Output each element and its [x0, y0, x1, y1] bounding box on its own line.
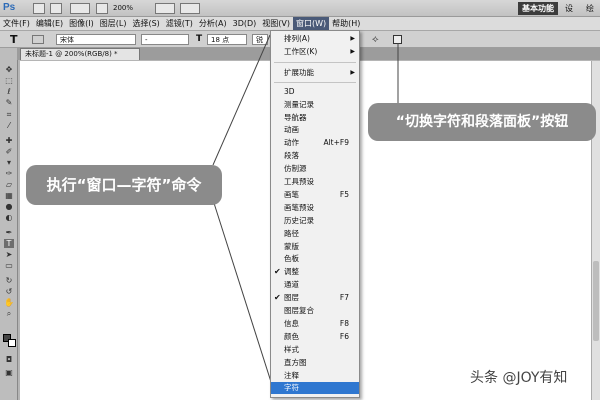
window-menu-item[interactable]: 图层复合	[271, 305, 359, 317]
window-menu-item[interactable]: 工具预设	[271, 176, 359, 188]
window-menu-item-label: 工作区(K)	[284, 46, 318, 56]
window-menu-item-label: 路径	[284, 228, 299, 238]
window-menu-item-shortcut: Alt+F9	[323, 138, 349, 148]
window-menu-item-label: 注释	[284, 370, 299, 380]
window-menu-item[interactable]: 蒙版	[271, 241, 359, 253]
window-menu-item-label: 动作	[284, 138, 299, 148]
window-menu-item-label: 排列(A)	[284, 34, 310, 43]
window-menu-item[interactable]: 导航器	[271, 112, 359, 124]
window-menu-item[interactable]: ✔ 调整	[271, 266, 359, 278]
window-menu-item-label: 调整	[284, 267, 299, 277]
window-menu-item[interactable]: 通道	[271, 279, 359, 291]
window-menu-item-label: 扩展功能	[284, 67, 314, 77]
watermark: 头条 @JOY有知	[470, 370, 568, 386]
window-menu-item-label: 字符	[284, 383, 299, 393]
window-menu-item[interactable]: 信息 F8	[271, 318, 359, 330]
check-icon: ✔	[274, 293, 281, 303]
window-menu-item-label: 3D	[284, 86, 295, 96]
window-menu-item[interactable]: 扩展功能 ▶	[271, 67, 359, 79]
window-menu-item[interactable]: 画笔 F5	[271, 189, 359, 201]
window-menu-item-label: 图层复合	[284, 306, 314, 315]
window-menu-item-label: 色板	[284, 254, 299, 264]
window-menu-item[interactable]: 直方图	[271, 357, 359, 369]
submenu-arrow-icon: ▶	[350, 68, 355, 76]
submenu-arrow-icon: ▶	[350, 35, 355, 42]
window-menu-item-label: 画笔	[284, 189, 299, 199]
window-menu-item[interactable]: 测量记录	[271, 99, 359, 111]
window-menu-item-label: 导航器	[284, 112, 307, 122]
window-menu-item-label: 颜色	[284, 331, 299, 341]
window-menu-item[interactable]: 历史记录	[271, 215, 359, 227]
window-menu-item[interactable]: 段落	[271, 150, 359, 162]
window-menu-item-label: 样式	[284, 344, 299, 354]
window-menu-item[interactable]: 动画	[271, 124, 359, 136]
menu-separator	[274, 81, 356, 83]
window-menu-item[interactable]: 3D	[271, 86, 359, 98]
window-menu-item-label: 动画	[284, 125, 299, 135]
window-menu-item-shortcut: F8	[339, 318, 349, 328]
window-menu-item-label: 画笔预设	[284, 202, 314, 212]
window-menu-item[interactable]: 颜色 F6	[271, 331, 359, 343]
window-menu-item[interactable]: 排列(A) ▶	[271, 33, 359, 45]
window-menu-item-shortcut: F5	[339, 189, 349, 199]
window-menu-item-label: 测量记录	[284, 99, 314, 109]
window-menu-item[interactable]: 字符	[271, 382, 359, 395]
window-menu-item-label: 历史记录	[284, 215, 314, 225]
window-menu-item[interactable]: 注释	[271, 370, 359, 382]
annotation-toggle-panel-button: “切换字符和段落面板”按钮	[368, 103, 596, 141]
window-menu-item-label: 图层	[284, 293, 299, 303]
window-menu-item-label: 工具预设	[284, 177, 314, 186]
window-menu-item-label: 直方图	[284, 357, 307, 367]
window-menu-item-label: 段落	[284, 151, 299, 161]
window-menu-item-label: 仿制源	[284, 164, 307, 174]
window-menu-item[interactable]: 色板	[271, 253, 359, 265]
window-menu-item[interactable]: 仿制源	[271, 163, 359, 175]
window-menu-item-shortcut: F7	[339, 293, 349, 303]
window-menu-item[interactable]: 路径	[271, 228, 359, 240]
window-menu-item[interactable]: 工作区(K) ▶	[271, 46, 359, 58]
window-menu-item-label: 信息	[284, 318, 299, 328]
menu-separator	[274, 61, 356, 63]
window-menu-item[interactable]: 动作 Alt+F9	[271, 137, 359, 149]
window-menu-item[interactable]: ✔ 图层 F7	[271, 292, 359, 304]
window-menu-item[interactable]: 样式	[271, 344, 359, 356]
submenu-arrow-icon: ▶	[350, 47, 355, 55]
window-menu-dropdown: 排列(A) ▶ 工作区(K) ▶ 扩展功能 ▶ 3D 测量记录导航器动画动作 Alt+F9 段落仿…	[270, 30, 360, 398]
window-menu-item-label: 蒙版	[284, 241, 299, 251]
check-icon: ✔	[274, 267, 281, 277]
window-menu-item-label: 通道	[284, 280, 299, 290]
annotation-window-character: 执行“窗口—字符”命令	[26, 165, 222, 205]
window-menu-item[interactable]: 画笔预设	[271, 202, 359, 214]
window-menu-item-shortcut: F6	[339, 331, 349, 341]
